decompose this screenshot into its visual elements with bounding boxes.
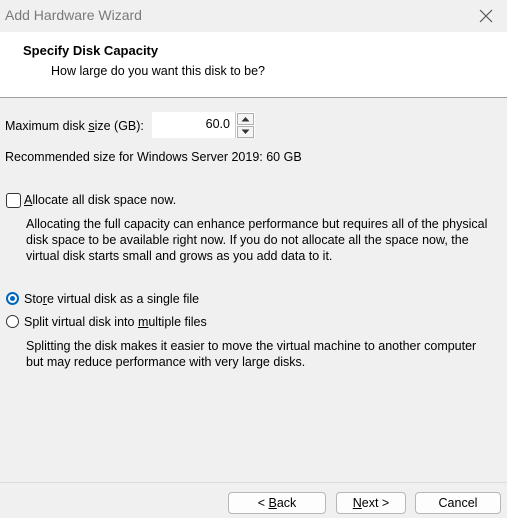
disk-size-stepper[interactable]: 60.0 <box>152 112 255 138</box>
single-file-label-post: e virtual disk as a single file <box>46 292 200 306</box>
disk-size-label-post: ize (GB): <box>94 119 144 133</box>
multiple-files-label-post: ultiple files <box>148 315 207 329</box>
stepper-buttons <box>235 112 255 138</box>
allocate-checkbox[interactable] <box>6 193 21 208</box>
title-bar: Add Hardware Wizard <box>0 0 507 32</box>
chevron-up-icon <box>241 117 250 122</box>
single-file-label-pre: Sto <box>24 292 43 306</box>
multiple-files-radio[interactable] <box>6 315 19 328</box>
next-button-post: ext > <box>361 496 390 510</box>
chevron-down-icon <box>241 129 250 134</box>
multiple-files-label-pre: Split virtual disk into <box>24 315 138 329</box>
multiple-files-label[interactable]: Split virtual disk into multiple files <box>24 315 207 329</box>
back-button[interactable]: < Back <box>228 492 326 514</box>
close-icon[interactable] <box>473 3 499 29</box>
disk-size-value[interactable]: 60.0 <box>206 117 230 131</box>
disk-size-label: Maximum disk size (GB): <box>5 119 144 133</box>
stepper-up-button[interactable] <box>237 113 254 125</box>
single-file-label[interactable]: Store virtual disk as a single file <box>24 292 199 306</box>
wizard-header: Specify Disk Capacity How large do you w… <box>0 32 507 98</box>
page-subtitle: How large do you want this disk to be? <box>51 64 266 78</box>
allocate-label-rest: llocate all disk space now. <box>32 193 177 207</box>
next-button[interactable]: Next > <box>336 492 406 514</box>
stepper-down-button[interactable] <box>237 126 254 138</box>
single-file-radio[interactable] <box>6 292 19 305</box>
disk-size-label-pre: Maximum disk <box>5 119 89 133</box>
allocate-label[interactable]: Allocate all disk space now. <box>24 193 176 207</box>
back-button-post: ack <box>276 496 297 510</box>
window-title: Add Hardware Wizard <box>5 7 142 23</box>
storage-description: Splitting the disk makes it easier to mo… <box>26 339 477 369</box>
cancel-button[interactable]: Cancel <box>415 492 501 514</box>
back-button-pre: < <box>257 496 269 510</box>
allocate-description: Allocating the full capacity can enhance… <box>26 217 488 263</box>
multiple-files-label-mnemonic: m <box>137 315 149 329</box>
recommended-size-text: Recommended size for Windows Server 2019… <box>5 150 302 164</box>
back-button-mnemonic: B <box>268 496 277 510</box>
page-title: Specify Disk Capacity <box>23 43 159 58</box>
footer-divider <box>0 482 507 483</box>
next-button-mnemonic: N <box>352 496 362 510</box>
